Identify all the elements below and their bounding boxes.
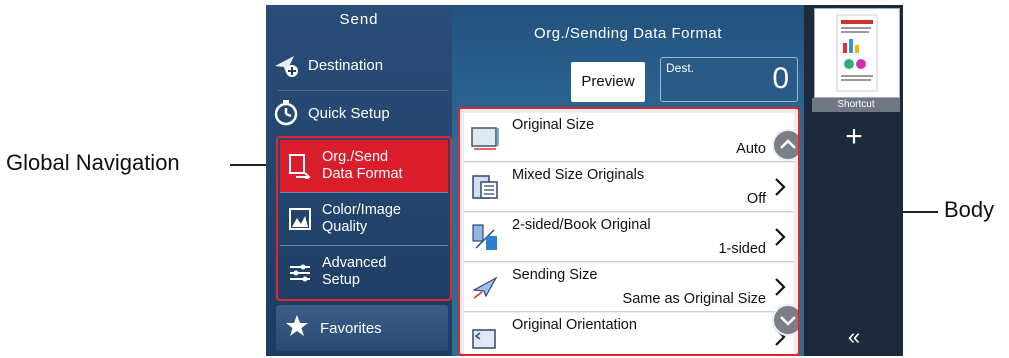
- function-menu-group: Org./Send Data Format Color/Image Qualit…: [276, 136, 452, 301]
- nav-item-quick-setup[interactable]: Quick Setup: [272, 93, 448, 133]
- nav-item-advanced-setup[interactable]: Advanced Setup: [280, 246, 448, 298]
- nav-item-advanced-label: Advanced Setup: [322, 255, 387, 289]
- advanced-line2: Setup: [322, 272, 360, 288]
- document-thumbnail-icon: [836, 14, 878, 92]
- setting-value: Off: [746, 191, 766, 207]
- nav-title: Send: [339, 11, 379, 28]
- org-send-icon: [286, 152, 314, 180]
- collapse-panel-button[interactable]: «: [834, 323, 874, 351]
- advanced-line1: Advanced: [322, 255, 387, 271]
- destination-count-box[interactable]: Dest. 0: [660, 57, 798, 102]
- setting-row-two-sided[interactable]: 2-sided/Book Original 1-sided: [464, 213, 794, 262]
- nav-item-destination-label: Destination: [308, 56, 384, 74]
- setting-value: Auto: [736, 141, 766, 157]
- setting-name: Mixed Size Originals: [512, 167, 645, 183]
- scroll-up-icon: [780, 139, 796, 149]
- main-panel: Org./Sending Data Format Preview Dest. 0…: [452, 5, 804, 356]
- color-image-icon: [286, 205, 314, 233]
- org-send-line2: Data Format: [322, 166, 403, 182]
- dest-count: 0: [772, 62, 789, 95]
- scroll-down-icon: [780, 316, 796, 326]
- scroll-down-button[interactable]: [772, 304, 798, 336]
- dest-label: Dest.: [666, 61, 695, 75]
- nav-item-org-send-label: Org./Send Data Format: [322, 149, 403, 183]
- shortcut-panel: Shortcut + «: [804, 5, 903, 356]
- destination-icon: [272, 51, 300, 79]
- setting-row-original-size[interactable]: Original Size Auto: [464, 113, 794, 162]
- quick-setup-icon: [272, 99, 300, 127]
- setting-name: 2-sided/Book Original: [512, 217, 651, 233]
- add-shortcut-button[interactable]: +: [834, 117, 874, 157]
- color-line1: Color/Image: [322, 202, 401, 218]
- page-title: Org./Sending Data Format: [534, 25, 722, 42]
- mixed-size-icon: [472, 175, 498, 199]
- two-sided-icon: [472, 224, 497, 250]
- shortcut-label: Shortcut: [812, 98, 900, 112]
- settings-list: Original Size Auto Mixed Size Originals …: [458, 107, 800, 356]
- setting-row-original-orientation[interactable]: Original Orientation: [464, 313, 794, 354]
- scroll-up-button[interactable]: [772, 129, 798, 161]
- advanced-setup-icon: [286, 258, 314, 286]
- global-navigation: Send Destination Quick Setup Org./Send D…: [266, 5, 452, 356]
- global-navigation-callout: Global Navigation: [6, 150, 180, 175]
- preview-button[interactable]: Preview: [571, 62, 645, 102]
- nav-item-org-send-data-format[interactable]: Org./Send Data Format: [280, 140, 448, 192]
- original-size-icon: [471, 127, 499, 150]
- setting-name: Sending Size: [512, 267, 598, 283]
- chevron-right-icon: [775, 278, 786, 296]
- favorites-star-icon: [284, 313, 310, 343]
- setting-row-mixed-size[interactable]: Mixed Size Originals Off: [464, 163, 794, 212]
- color-line2: Quality: [322, 219, 368, 235]
- chevron-right-icon: [775, 228, 786, 246]
- nav-item-color-image-quality[interactable]: Color/Image Quality: [280, 193, 448, 245]
- setting-row-sending-size[interactable]: Sending Size Same as Original Size: [464, 263, 794, 312]
- setting-value: Same as Original Size: [622, 291, 766, 307]
- org-send-line1: Org./Send: [322, 149, 389, 165]
- setting-name: Original Size: [512, 117, 595, 133]
- setting-value: 1-sided: [718, 241, 766, 257]
- preview-thumbnail[interactable]: [814, 8, 900, 98]
- setting-name: Original Orientation: [512, 317, 637, 333]
- orientation-icon: [472, 329, 496, 349]
- nav-item-color-label: Color/Image Quality: [322, 202, 401, 236]
- nav-item-destination[interactable]: Destination: [272, 43, 448, 87]
- nav-item-quick-setup-label: Quick Setup: [308, 104, 390, 122]
- sending-size-icon: [472, 276, 498, 299]
- chevron-right-icon: [775, 178, 786, 196]
- body-callout: Body: [944, 197, 995, 222]
- nav-divider: [278, 90, 448, 91]
- favorites-button[interactable]: Favorites: [276, 305, 448, 351]
- favorites-label: Favorites: [320, 319, 382, 337]
- device-screen: Send Destination Quick Setup Org./Send D…: [266, 5, 903, 356]
